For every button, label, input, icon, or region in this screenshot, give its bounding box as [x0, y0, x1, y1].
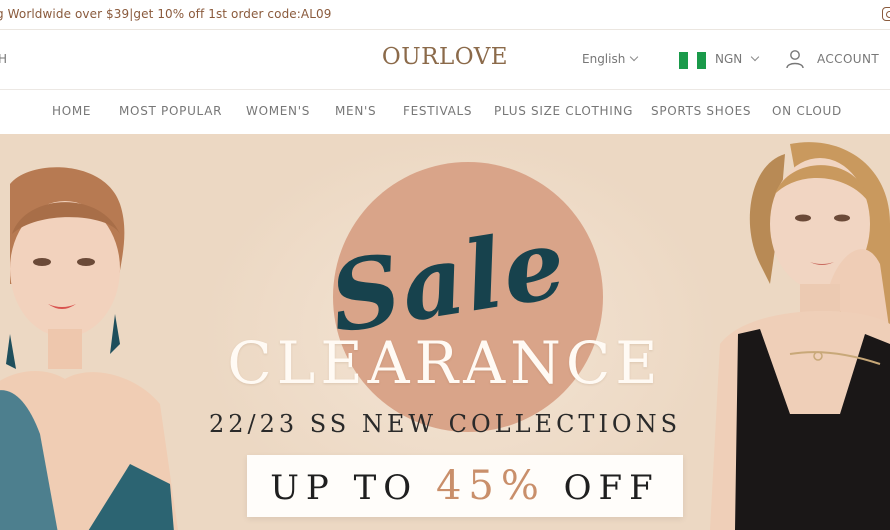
chevron-down-icon	[630, 52, 639, 62]
nav-item-mens[interactable]: MEN'S	[335, 104, 376, 118]
nav-item-home[interactable]: HOME	[52, 104, 91, 118]
offer-prefix: UP TO	[270, 468, 436, 508]
offer-suffix: OFF	[545, 468, 660, 508]
currency-selector[interactable]: NGN	[715, 52, 760, 66]
nav-item-festivals[interactable]: FESTIVALS	[403, 104, 472, 118]
hero-banner[interactable]: Sale CLEARANCE 22/23 SS NEW COLLECTIONS …	[0, 134, 890, 530]
main-nav: HOME MOST POPULAR WOMEN'S MEN'S FESTIVAL…	[0, 90, 890, 134]
hero-headline: CLEARANCE	[227, 329, 663, 397]
site-header: H OURLOVE English NGN ACCOUNT	[0, 30, 890, 90]
instagram-icon[interactable]	[882, 7, 890, 21]
account-link[interactable]: ACCOUNT	[817, 52, 879, 66]
chevron-down-icon	[751, 52, 760, 62]
nav-item-plus-size-clothing[interactable]: PLUS SIZE CLOTHING	[494, 104, 633, 118]
offer-percent: 45%	[435, 463, 546, 509]
offer-banner[interactable]: UP TO 45% OFF	[247, 455, 683, 517]
nav-item-most-popular[interactable]: MOST POPULAR	[119, 104, 222, 118]
language-selector[interactable]: English	[582, 52, 639, 66]
nav-item-on-cloud[interactable]: ON CLOUD	[772, 104, 842, 118]
currency-label: NGN	[715, 52, 743, 66]
nigeria-flag-icon[interactable]	[679, 52, 706, 69]
announcement-text: g Worldwide over $39|get 10% off 1st ord…	[0, 7, 332, 21]
user-icon[interactable]	[785, 49, 805, 69]
hero-subheadline: 22/23 SS NEW COLLECTIONS	[208, 410, 682, 438]
announcement-bar: g Worldwide over $39|get 10% off 1st ord…	[0, 0, 890, 30]
nav-item-womens[interactable]: WOMEN'S	[246, 104, 310, 118]
language-label: English	[582, 52, 626, 66]
nav-item-sports-shoes[interactable]: SPORTS SHOES	[651, 104, 751, 118]
